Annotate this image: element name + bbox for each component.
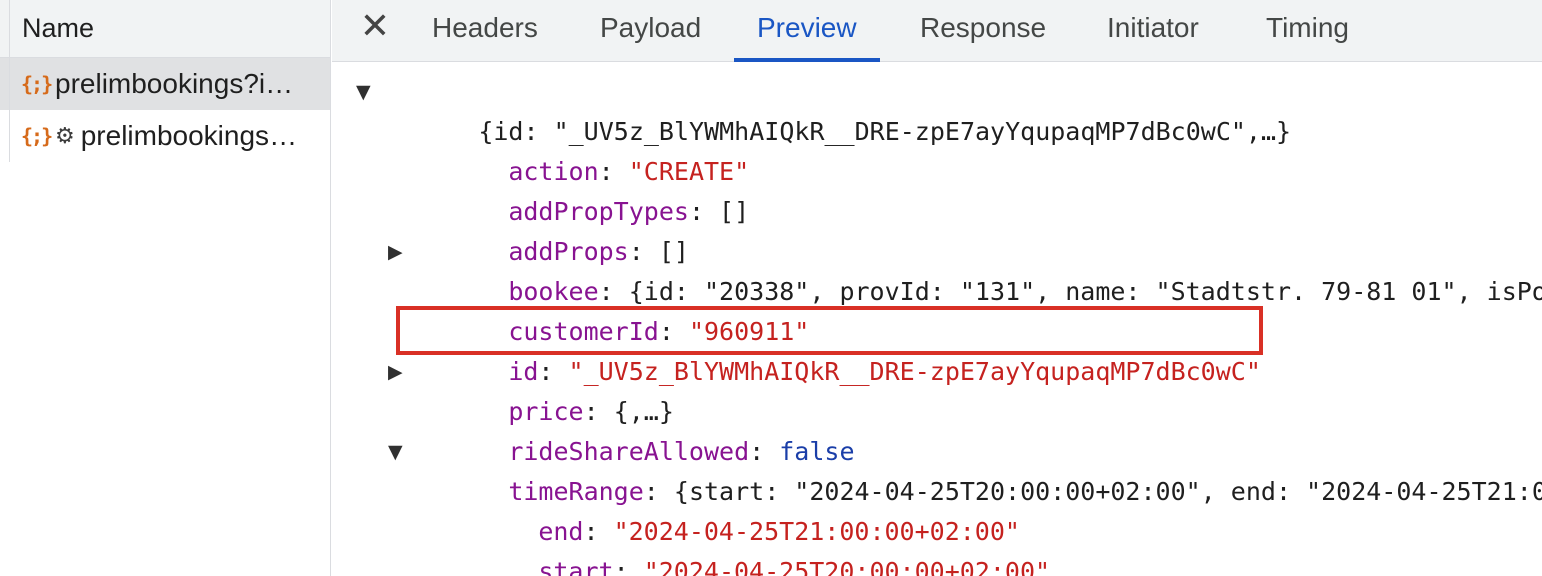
prop-customerId: customerId: "960911" — [508, 317, 810, 346]
expand-arrow-icon[interactable]: ▶ — [388, 232, 403, 272]
prop-addPropTypes: addPropTypes: [] — [508, 197, 750, 226]
prop-id: id: "_UV5z_BlYWMhAIQkR__DRE-zpE7ayYqupaq… — [508, 357, 1261, 386]
request-row[interactable]: {;} ⚙ prelimbookings?include=bookee,pric… — [0, 110, 330, 162]
name-column-header[interactable]: Name — [0, 0, 330, 58]
request-name: prelimbookings?include=bookee,price — [80, 120, 305, 151]
json-braces-icon: {;} — [21, 72, 53, 96]
tab-headers[interactable]: Headers — [428, 0, 542, 62]
json-preview-tree: ▼ {id: "_UV5z_BlYWMhAIQkR__DRE-zpE7ayYqu… — [332, 62, 1542, 576]
close-icon[interactable]: ✕ — [358, 9, 392, 45]
gear-icon: ⚙ — [55, 123, 75, 148]
expand-arrow-icon[interactable]: ▼ — [388, 432, 403, 472]
tab-payload[interactable]: Payload — [596, 0, 705, 62]
tab-response[interactable]: Response — [916, 0, 1050, 62]
prop-end: end: "2024-04-25T21:00:00+02:00" — [538, 517, 1020, 546]
json-braces-icon: {;} — [21, 124, 53, 148]
prop-bookee[interactable]: bookee: {id: "20338", provId: "131", nam… — [418, 232, 1542, 306]
request-list-panel: Name {;} prelimbookings?include=bookee,p… — [0, 0, 331, 576]
request-name: prelimbookings?include=bookee,price — [55, 68, 305, 99]
root-object-summary[interactable]: {id: "_UV5z_BlYWMhAIQkR__DRE-zpE7ayYqupa… — [388, 72, 1291, 146]
request-detail-panel: ✕ Headers Payload Preview Response Initi… — [332, 0, 1542, 576]
prop-start: start: "2024-04-25T20:00:00+02:00" — [538, 557, 1051, 576]
tab-preview[interactable]: Preview — [734, 0, 880, 62]
prop-rideShareAllowed: rideShareAllowed: false — [508, 437, 855, 466]
prop-action: action: "CREATE" — [508, 157, 750, 186]
request-row-selected[interactable]: {;} prelimbookings?include=bookee,price — [0, 58, 330, 110]
name-header-label: Name — [22, 13, 95, 43]
expand-arrow-icon[interactable]: ▼ — [356, 72, 371, 112]
prop-price[interactable]: price: {,…} — [418, 352, 674, 426]
prop-addProps: addProps: [] — [508, 237, 689, 266]
expand-arrow-icon[interactable]: ▶ — [388, 352, 403, 392]
tab-timing[interactable]: Timing — [1262, 0, 1353, 62]
prop-timeRange[interactable]: timeRange: {start: "2024-04-25T20:00:00+… — [418, 432, 1542, 506]
detail-tabbar: ✕ Headers Payload Preview Response Initi… — [332, 0, 1542, 62]
tab-initiator[interactable]: Initiator — [1103, 0, 1203, 62]
